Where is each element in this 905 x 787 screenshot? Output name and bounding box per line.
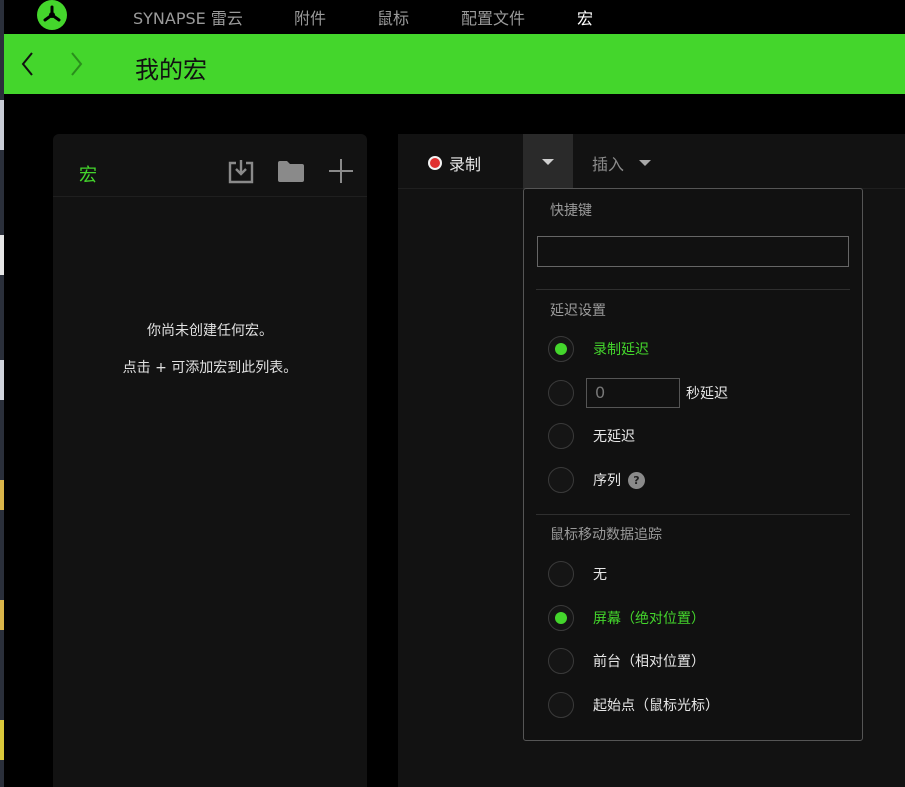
folder-button[interactable] (276, 157, 306, 185)
radio-label: 无延迟 (593, 429, 635, 445)
delay-option-record[interactable]: 录制延迟 (548, 336, 649, 362)
mouse-option-origin-cursor[interactable]: 起始点（鼠标光标） (548, 692, 719, 718)
mouse-option-none[interactable]: 无 (548, 561, 607, 587)
radio-button[interactable] (548, 467, 574, 493)
mouse-tracking-section-label: 鼠标移动数据追踪 (550, 527, 662, 543)
empty-state-hint: 点击 + 可添加宏到此列表。 (122, 360, 298, 376)
import-icon (228, 160, 254, 184)
delay-option-sequence[interactable]: 序列 ? (548, 467, 645, 493)
nav-tab-mouse[interactable]: 鼠标 (377, 5, 409, 29)
radio-label: 起始点（鼠标光标） (593, 698, 719, 714)
page-header: 我的宏 (4, 34, 905, 94)
add-macro-button[interactable] (326, 157, 356, 185)
forward-button[interactable] (62, 50, 90, 78)
radio-button[interactable] (548, 605, 574, 631)
record-icon (428, 156, 442, 170)
page-title: 我的宏 (135, 56, 207, 84)
mouse-option-foreground-relative[interactable]: 前台（相对位置） (548, 648, 705, 674)
mouse-option-screen-absolute[interactable]: 屏幕（绝对位置） (548, 605, 705, 631)
macro-list-title: 宏 (79, 165, 97, 186)
delay-section-label: 延迟设置 (550, 303, 606, 319)
chevron-left-icon (21, 52, 33, 76)
record-label: 录制 (449, 155, 482, 174)
divider (536, 514, 850, 515)
editor-toolbar: 录制 插入 (398, 134, 905, 189)
nav-tab-profiles[interactable]: 配置文件 (461, 5, 525, 29)
help-icon[interactable]: ? (628, 471, 645, 489)
back-button[interactable] (14, 50, 42, 78)
radio-button[interactable] (548, 692, 574, 718)
hotkey-input[interactable] (537, 236, 849, 267)
macro-list-panel: 宏 你尚未创建任何宏。 点击 + 可添加宏到此列表。 (53, 134, 367, 787)
add-icon (329, 159, 353, 183)
delay-seconds-label: 秒延迟 (686, 386, 728, 402)
insert-label: 插入 (592, 155, 625, 174)
razer-logo-icon[interactable] (37, 0, 67, 30)
empty-state-message: 你尚未创建任何宏。 (147, 323, 273, 339)
radio-label: 屏幕（绝对位置） (593, 611, 705, 627)
record-options-toggle[interactable] (523, 134, 573, 189)
radio-label: 无 (593, 567, 607, 583)
background-window-strip (0, 0, 4, 787)
insert-button[interactable]: 插入 (592, 151, 652, 175)
delay-option-none[interactable]: 无延迟 (548, 423, 635, 449)
radio-label: 序列 (593, 473, 621, 489)
delay-seconds-input[interactable]: 0 (586, 378, 680, 408)
folder-icon (278, 161, 304, 182)
macro-list-header: 宏 (53, 134, 367, 197)
record-button[interactable]: 录制 (428, 151, 481, 175)
radio-button[interactable] (548, 336, 574, 362)
caret-down-icon (542, 158, 554, 165)
chevron-right-icon (71, 52, 83, 76)
radio-label: 录制延迟 (593, 342, 649, 358)
radio-button[interactable] (548, 423, 574, 449)
caret-down-icon (639, 160, 652, 166)
radio-button[interactable] (548, 561, 574, 587)
radio-label: 前台（相对位置） (593, 654, 705, 670)
divider (536, 289, 850, 290)
radio-button[interactable] (548, 380, 574, 406)
import-button[interactable] (226, 157, 256, 185)
nav-tab-synapse[interactable]: SYNAPSE 雷云 (133, 5, 243, 29)
delay-option-fixed[interactable]: 0 秒延迟 (548, 378, 728, 408)
nav-tab-accessories[interactable]: 附件 (294, 5, 326, 29)
nav-tab-macros[interactable]: 宏 (577, 5, 593, 29)
radio-button[interactable] (548, 648, 574, 674)
record-options-popup: 快捷键 延迟设置 录制延迟 0 秒延迟 无延迟 序列 ? 鼠标移动数据追踪 无 … (523, 188, 863, 741)
top-nav: SYNAPSE 雷云 附件 鼠标 配置文件 宏 (4, 0, 905, 34)
hotkey-label: 快捷键 (550, 203, 592, 219)
